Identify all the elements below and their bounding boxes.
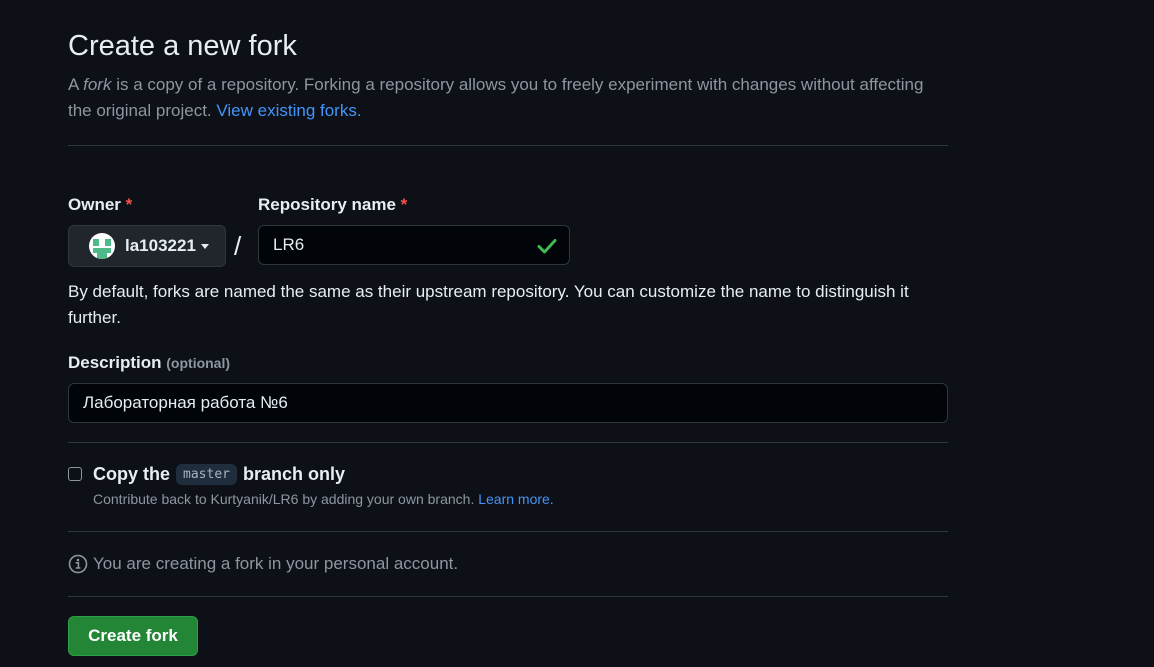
intro-fork-word: fork <box>83 75 112 94</box>
page-title: Create a new fork <box>68 30 297 62</box>
description-label: Description (optional) <box>68 353 230 373</box>
description-label-text: Description <box>68 353 162 372</box>
chevron-down-icon <box>200 243 209 249</box>
intro-body: is a copy of a repository. Forking a rep… <box>68 75 924 120</box>
copy-branch-help-text: Contribute back to Kurtyanik/LR6 by addi… <box>93 491 479 507</box>
copy-branch-label-prefix: Copy the <box>93 464 171 484</box>
copy-branch-only-checkbox[interactable] <box>68 467 82 481</box>
owner-select-button[interactable]: la103221 <box>68 225 226 267</box>
copy-branch-divider <box>68 531 948 532</box>
personal-account-notice: You are creating a fork in your personal… <box>68 554 458 574</box>
repo-name-help-text: By default, forks are named the same as … <box>68 282 909 327</box>
notice-divider <box>68 596 948 597</box>
owner-name: la103221 <box>125 236 196 255</box>
check-icon <box>537 239 557 254</box>
description-input[interactable]: Лабораторная работа №6 <box>68 383 948 423</box>
create-fork-button[interactable]: Create fork <box>68 616 198 656</box>
copy-branch-help: Contribute back to Kurtyanik/LR6 by addi… <box>93 491 554 507</box>
view-existing-forks-link[interactable]: View existing forks. <box>216 101 361 120</box>
intro-prefix: A <box>68 75 84 94</box>
description-divider <box>68 442 948 443</box>
repo-name-input[interactable]: LR6 <box>258 225 570 265</box>
repo-name-value: LR6 <box>273 235 305 254</box>
repo-name-required-mark: * <box>400 195 408 214</box>
copy-branch-only-label[interactable]: Copy the master branch only <box>93 464 345 485</box>
description-value: Лабораторная работа №6 <box>83 393 288 412</box>
intro-text: A fork is a copy of a repository. Forkin… <box>68 72 928 124</box>
repo-name-label: Repository name * <box>258 195 407 215</box>
learn-more-link[interactable]: Learn more. <box>478 491 553 507</box>
owner-avatar <box>89 233 115 259</box>
personal-account-notice-text: You are creating a fork in your personal… <box>93 554 459 573</box>
copy-branch-label-suffix: branch only <box>242 464 345 484</box>
owner-repo-separator: / <box>234 231 242 261</box>
branch-name-code: master <box>176 464 237 485</box>
owner-required-mark: * <box>125 195 133 214</box>
owner-label-text: Owner <box>68 195 121 214</box>
header-divider <box>68 145 948 146</box>
info-icon <box>68 554 88 574</box>
description-optional-mark: (optional) <box>166 355 231 371</box>
owner-label: Owner * <box>68 195 132 215</box>
repo-name-label-text: Repository name <box>258 195 396 214</box>
